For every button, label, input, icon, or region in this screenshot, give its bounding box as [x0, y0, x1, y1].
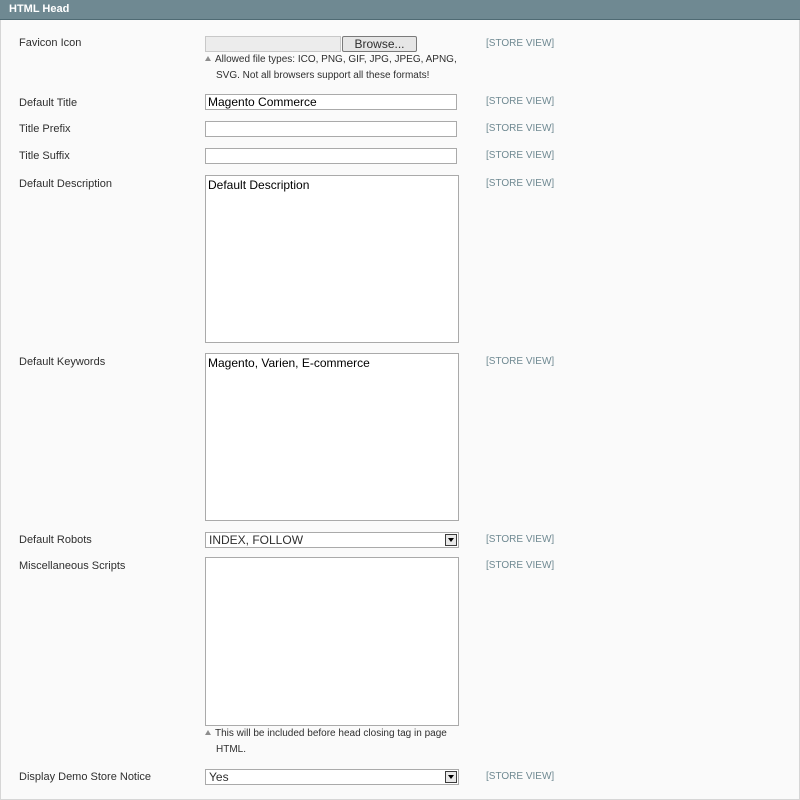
- default-description-label: Default Description: [19, 178, 112, 190]
- favicon-scope: [STORE VIEW]: [486, 38, 555, 49]
- section-title: HTML Head: [9, 3, 70, 15]
- default-title-label: Default Title: [19, 97, 78, 109]
- default-robots-select[interactable]: INDEX, FOLLOW: [205, 532, 459, 548]
- browse-button[interactable]: Browse...: [342, 36, 417, 52]
- default-keywords-scope: [STORE VIEW]: [486, 356, 555, 367]
- default-robots-label: Default Robots: [19, 534, 92, 546]
- misc-scripts-note: This will be included before head closin…: [205, 726, 455, 758]
- default-keywords-label: Default Keywords: [19, 356, 106, 368]
- title-prefix-scope: [STORE VIEW]: [486, 123, 555, 134]
- misc-scripts-note-text: This will be included before head closin…: [215, 728, 447, 755]
- misc-scripts-textarea[interactable]: [205, 557, 459, 726]
- title-prefix-label: Title Prefix: [19, 123, 71, 135]
- default-title-scope: [STORE VIEW]: [486, 96, 555, 107]
- favicon-label: Favicon Icon: [19, 37, 82, 49]
- default-robots-scope: [STORE VIEW]: [486, 534, 555, 545]
- chevron-down-icon[interactable]: [445, 771, 457, 783]
- demo-notice-label: Display Demo Store Notice: [19, 771, 152, 783]
- demo-notice-scope: [STORE VIEW]: [486, 771, 555, 782]
- title-suffix-input[interactable]: [205, 148, 457, 164]
- default-keywords-textarea[interactable]: Magento, Varien, E-commerce: [205, 353, 459, 521]
- default-robots-value: INDEX, FOLLOW: [209, 533, 304, 547]
- demo-notice-value: Yes: [209, 770, 229, 784]
- section-header[interactable]: HTML Head: [0, 0, 800, 20]
- favicon-file-path[interactable]: [205, 36, 341, 52]
- default-title-input[interactable]: [205, 94, 457, 110]
- title-suffix-label: Title Suffix: [19, 150, 70, 162]
- demo-notice-select[interactable]: Yes: [205, 769, 459, 785]
- default-description-scope: [STORE VIEW]: [486, 178, 555, 189]
- favicon-note-text: Allowed file types: ICO, PNG, GIF, JPG, …: [215, 54, 457, 81]
- title-prefix-input[interactable]: [205, 121, 457, 137]
- chevron-down-icon[interactable]: [445, 534, 457, 546]
- misc-scripts-label: Miscellaneous Scripts: [19, 560, 126, 572]
- title-suffix-scope: [STORE VIEW]: [486, 150, 555, 161]
- favicon-note: Allowed file types: ICO, PNG, GIF, JPG, …: [205, 52, 467, 84]
- default-description-textarea[interactable]: Default Description: [205, 175, 459, 343]
- misc-scripts-scope: [STORE VIEW]: [486, 560, 555, 571]
- note-triangle-icon: [205, 56, 211, 61]
- note-triangle-icon: [205, 730, 211, 735]
